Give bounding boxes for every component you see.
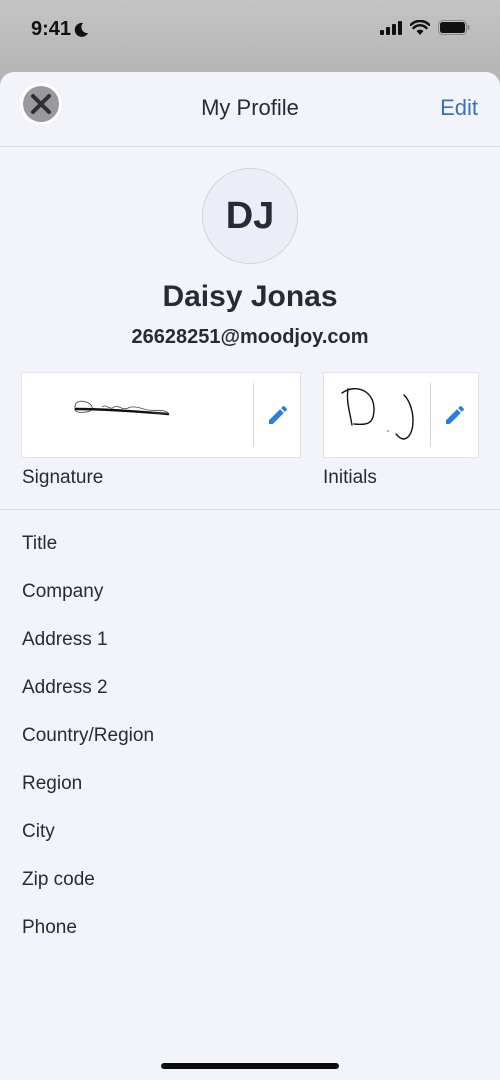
profile-sheet: My Profile Edit DJ Daisy Jonas 26628251@… (0, 72, 500, 1080)
avatar: DJ (202, 168, 298, 264)
section-divider (0, 509, 500, 510)
clock: 9:41 (31, 18, 72, 40)
field-title[interactable]: Title (22, 532, 154, 580)
field-address-1[interactable]: Address 1 (22, 628, 154, 676)
status-icons (380, 20, 470, 35)
user-email: 26628251@moodjoy.com (131, 326, 369, 348)
edit-button[interactable]: Edit (440, 95, 478, 121)
pencil-icon[interactable] (266, 403, 290, 427)
wifi-icon (410, 20, 430, 35)
signature-box[interactable] (21, 372, 301, 458)
status-time: 9:41 (31, 18, 89, 41)
profile-field-list: Title Company Address 1 Address 2 Countr… (22, 532, 154, 964)
field-company[interactable]: Company (22, 580, 154, 628)
initials-image (341, 388, 414, 440)
cellular-signal-icon (380, 20, 402, 35)
field-country-region[interactable]: Country/Region (22, 724, 154, 772)
initials-divider (430, 383, 431, 447)
moon-icon (74, 22, 89, 37)
nav-bar: My Profile Edit (0, 72, 500, 147)
home-indicator[interactable] (161, 1063, 339, 1069)
signature-label: Signature (22, 467, 104, 488)
initials-label: Initials (323, 467, 377, 488)
field-region[interactable]: Region (22, 772, 154, 820)
battery-icon (438, 20, 470, 35)
field-city[interactable]: City (22, 820, 154, 868)
field-phone[interactable]: Phone (22, 916, 154, 964)
signature-image (74, 400, 170, 416)
field-zip-code[interactable]: Zip code (22, 868, 154, 916)
avatar-initials: DJ (225, 194, 275, 237)
pencil-icon[interactable] (443, 403, 467, 427)
signature-divider (253, 383, 254, 447)
field-address-2[interactable]: Address 2 (22, 676, 154, 724)
user-name: Daisy Jonas (162, 280, 338, 313)
initials-box[interactable] (323, 372, 479, 458)
status-bar: 9:41 (0, 0, 500, 62)
page-title: My Profile (201, 95, 299, 120)
